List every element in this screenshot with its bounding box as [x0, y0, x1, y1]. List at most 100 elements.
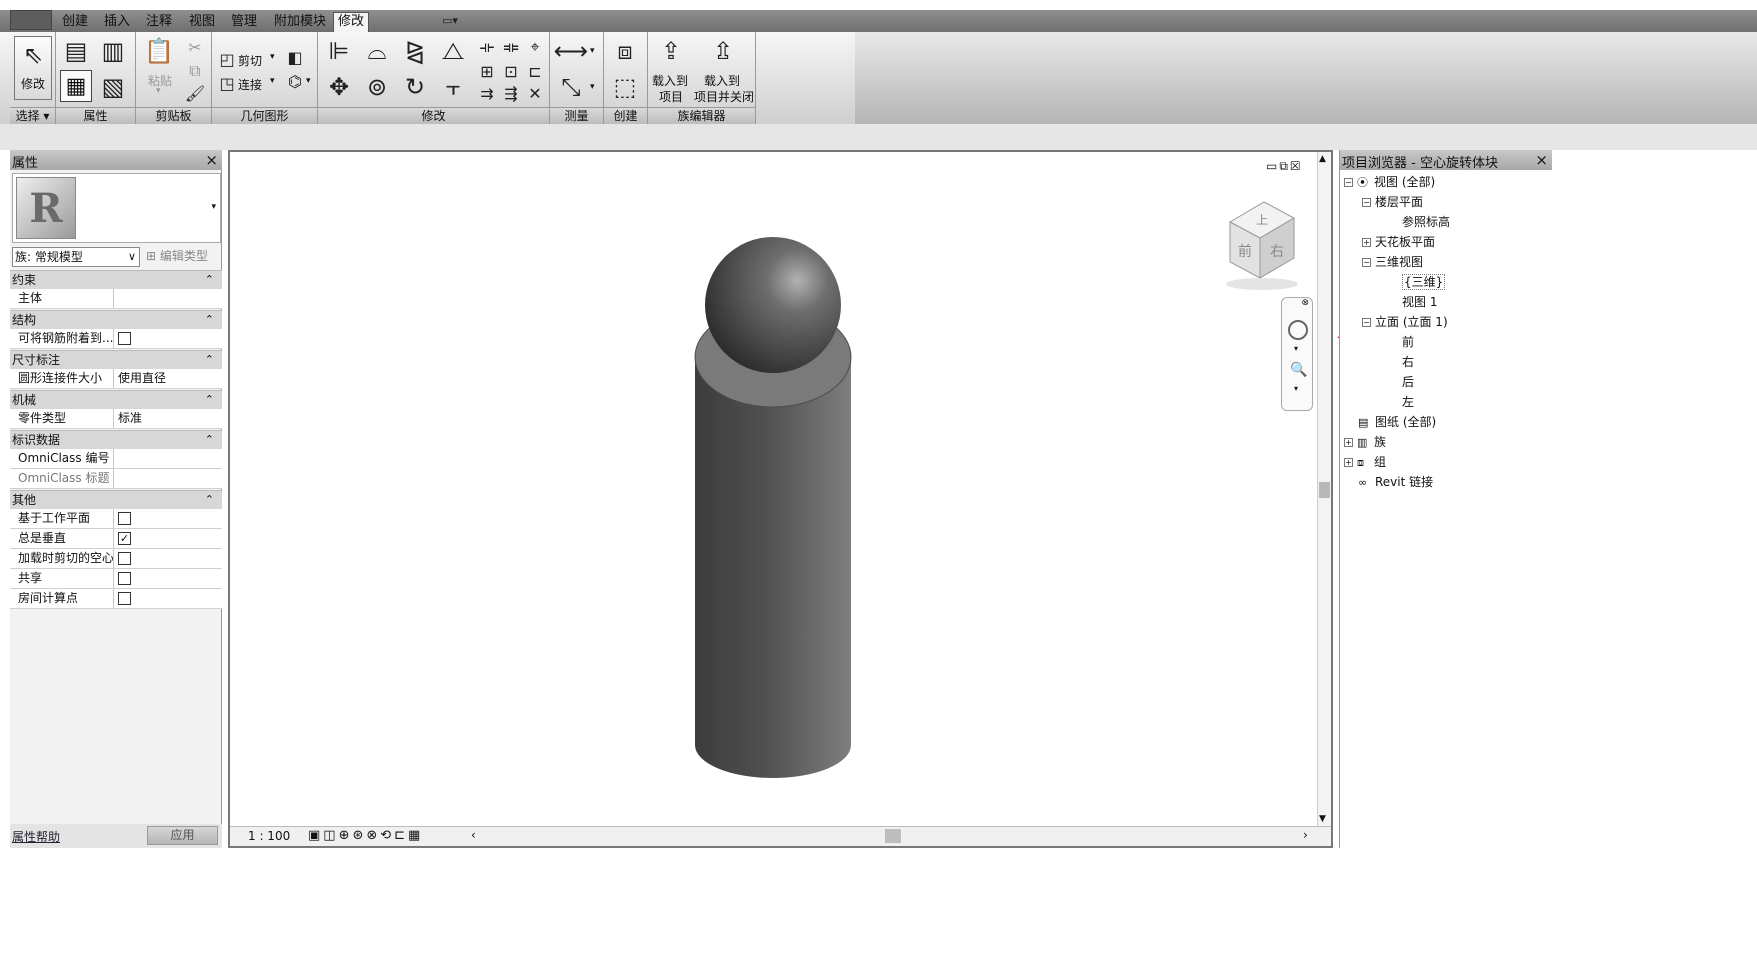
tree-item-view-1[interactable]: 视图 1 [1402, 293, 1437, 311]
create-similar-icon[interactable]: ⬚ [610, 72, 640, 102]
chevron-down-icon[interactable]: ▾ [1294, 344, 1298, 353]
view-cube-right-label[interactable]: 右 [1270, 244, 1284, 260]
move-icon[interactable]: ✥ [324, 72, 354, 102]
paint-icon[interactable]: ⌬ [284, 70, 306, 92]
tab-annotate[interactable]: 注释 [142, 13, 176, 32]
type-selector-preview[interactable]: R ▾ [12, 173, 221, 243]
view-cube-top-label[interactable]: 上 [1256, 213, 1268, 227]
zoom-icon[interactable]: 🔍 [1290, 362, 1307, 378]
tree-item-floor-plans[interactable]: − 楼层平面 [1362, 193, 1423, 211]
offset-icon[interactable]: ⌓ [362, 36, 392, 66]
group-dimensions[interactable]: 尺寸标注 ⌃ [10, 350, 222, 369]
shared-checkbox[interactable] [118, 572, 131, 585]
scissors-icon[interactable]: ✂ [184, 36, 206, 58]
chevron-down-icon[interactable]: ▾ [1294, 384, 1298, 393]
tree-item-back[interactable]: 后 [1402, 373, 1414, 391]
cut-geometry-label[interactable]: 剪切 [238, 52, 262, 69]
mirror-axis-icon[interactable]: ⧎ [400, 36, 430, 66]
trim-multiple-icon[interactable]: ⇶ [500, 82, 522, 104]
view-control-icons[interactable]: ▣◫⊕⊛⊗⟲⊏▦ [308, 828, 423, 843]
view-scale[interactable]: 1 : 100 [248, 829, 290, 843]
scroll-up-icon[interactable]: ▲ [1319, 154, 1326, 164]
tab-view[interactable]: 视图 [185, 13, 219, 32]
horizontal-scroll-thumb[interactable] [885, 829, 901, 843]
tab-create[interactable]: 创建 [58, 13, 92, 32]
array-icon[interactable]: ⊞ [476, 60, 498, 82]
view-3d-canvas[interactable]: ▭⧉☒ 上 前 右 ⊗ ▾ 🔍 ▾ ▲ ▼ 1: 100 ▣◫⊕⊛⊗⟲⊏▦ ‹… [228, 150, 1333, 848]
tree-item-views[interactable]: − ⦿ 视图 (全部) [1344, 173, 1435, 191]
paint-dropdown-icon[interactable]: ▾ [306, 76, 311, 86]
join-dropdown-icon[interactable]: ▾ [270, 76, 275, 86]
close-icon[interactable]: ⊗ [1301, 298, 1309, 308]
property-row[interactable]: 基于工作平面 [10, 509, 222, 529]
sphere-solid[interactable] [705, 237, 841, 373]
chevron-down-icon[interactable]: ▾ [211, 202, 216, 212]
property-row[interactable]: OmniClass 编号 [10, 449, 222, 469]
scroll-right-icon[interactable]: › [1303, 828, 1308, 842]
scale-icon[interactable]: ⊡ [500, 60, 522, 82]
rotate-icon[interactable]: ↻ [400, 72, 430, 102]
measure-dropdown-icon[interactable]: ▾ [590, 46, 595, 56]
panel-select-label[interactable]: 选择 ▾ [10, 107, 55, 124]
apply-button[interactable]: 应用 [147, 826, 218, 845]
mirror-draw-icon[interactable]: ⧍ [438, 36, 468, 66]
scroll-left-icon[interactable]: ‹ [471, 828, 476, 842]
copy-icon[interactable]: ⧉ [184, 60, 206, 82]
tab-modify[interactable]: 修改 [333, 12, 370, 33]
tree-item-families[interactable]: + ▥ 族 [1344, 433, 1386, 451]
split-gap-icon[interactable]: ⟚ [500, 36, 522, 58]
tree-item-elevations[interactable]: − 立面 (立面 1) [1362, 313, 1448, 331]
close-icon[interactable]: × [205, 151, 218, 169]
tree-item-revit-links[interactable]: ∞ Revit 链接 [1358, 473, 1433, 491]
cut-voids-checkbox[interactable] [118, 552, 131, 565]
rebar-checkbox[interactable] [118, 332, 131, 345]
tree-item-ref-level[interactable]: 参照标高 [1402, 213, 1450, 231]
trim-single-icon[interactable]: ⇉ [476, 82, 498, 104]
family-category-icon[interactable]: ▥ [98, 36, 128, 66]
tree-item-3d-default[interactable]: {三维} [1402, 273, 1446, 291]
cylinder-solid[interactable] [694, 306, 852, 778]
group-other[interactable]: 其他 ⌃ [10, 490, 222, 509]
cut-geometry-icon[interactable]: ◰ [216, 48, 238, 70]
load-into-project-button[interactable]: ⇪ 载入到 项目 [650, 34, 692, 104]
property-row[interactable]: 共享 [10, 569, 222, 589]
tree-item-right[interactable]: 右 [1402, 353, 1414, 371]
paste-icon[interactable]: 📋 [144, 36, 174, 66]
view-cube-front-label[interactable]: 前 [1238, 243, 1252, 260]
copy-element-icon[interactable]: ⊚ [362, 72, 392, 102]
tree-item-sheets[interactable]: ▤ 图纸 (全部) [1358, 413, 1436, 431]
vertical-scrollbar[interactable]: ▲ ▼ [1317, 152, 1331, 828]
join-geometry-icon[interactable]: ◳ [216, 72, 238, 94]
close-icon[interactable]: × [1535, 151, 1548, 169]
edit-type-button[interactable]: ⊞ 编辑类型 [146, 247, 222, 267]
split-face-icon[interactable]: ◧ [284, 46, 306, 68]
create-group-icon[interactable]: ⧈ [610, 36, 640, 66]
property-row[interactable]: 零件类型 标准 [10, 409, 222, 429]
scroll-down-icon[interactable]: ▼ [1319, 814, 1326, 824]
load-into-project-and-close-button[interactable]: ⇫ 载入到 项目并关闭 [694, 34, 754, 104]
group-constraints[interactable]: 约束 ⌃ [10, 270, 222, 289]
property-row[interactable]: 可将钢筋附着到... [10, 329, 222, 349]
trim-extend-icon[interactable]: ⫟ [438, 72, 468, 102]
property-row[interactable]: OmniClass 标题 [10, 469, 222, 489]
properties-toggle-icon[interactable]: ▦ [60, 70, 92, 102]
tab-addins[interactable]: 附加模块 [270, 13, 330, 32]
tree-item-left[interactable]: 左 [1402, 393, 1414, 411]
always-vertical-checkbox[interactable]: ✓ [118, 532, 131, 545]
dimension-dropdown-icon[interactable]: ▾ [590, 82, 595, 92]
steering-wheel-icon[interactable] [1288, 320, 1308, 340]
view-cube[interactable]: 上 前 右 [1226, 201, 1298, 290]
property-row[interactable]: 主体 [10, 289, 222, 309]
property-row[interactable]: 总是垂直 ✓ [10, 529, 222, 549]
split-element-icon[interactable]: ⟛ [476, 36, 498, 58]
work-plane-checkbox[interactable] [118, 512, 131, 525]
tab-insert[interactable]: 插入 [100, 13, 134, 32]
properties-help-link[interactable]: 属性帮助 [12, 828, 60, 845]
group-structure[interactable]: 结构 ⌃ [10, 310, 222, 329]
application-menu-button[interactable] [10, 10, 52, 30]
cut-dropdown-icon[interactable]: ▾ [270, 52, 275, 62]
pin-icon[interactable]: ⌖ [524, 36, 546, 58]
aligned-dimension-icon[interactable]: ⤡ [556, 72, 586, 102]
property-row[interactable]: 加载时剪切的空心 [10, 549, 222, 569]
join-geometry-label[interactable]: 连接 [238, 76, 262, 93]
